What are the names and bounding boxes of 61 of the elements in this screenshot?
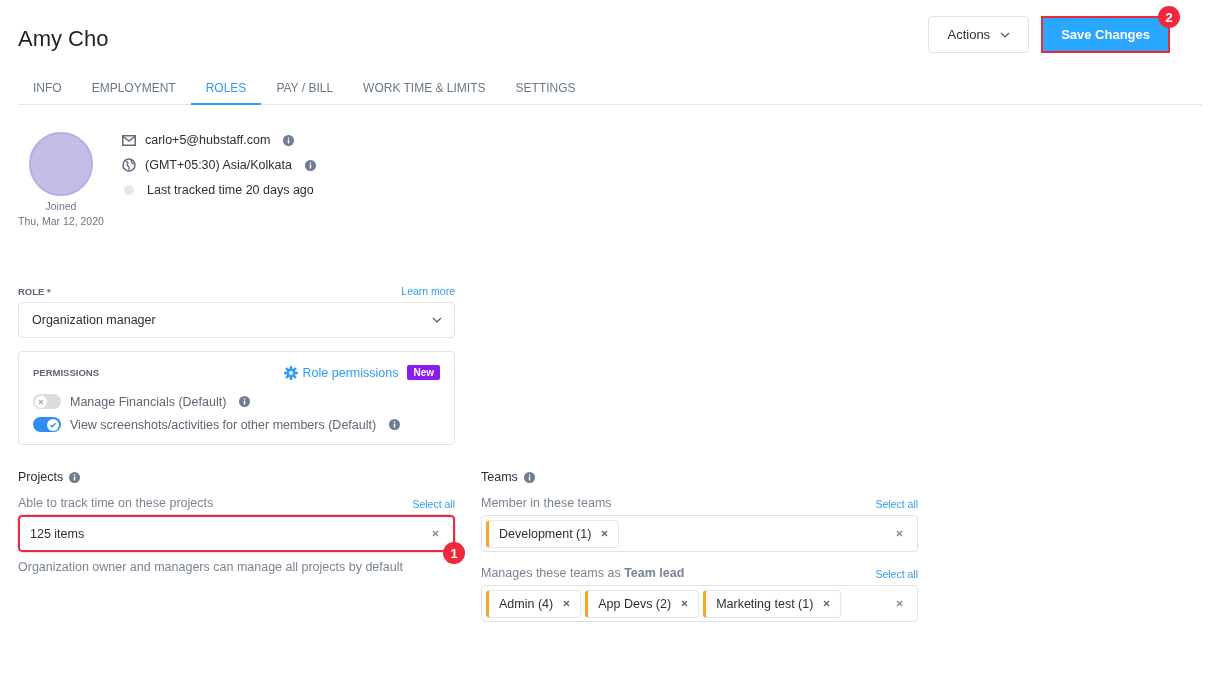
role-permissions-link[interactable]: Role permissions (302, 365, 399, 380)
select-all-link[interactable]: Select all (875, 568, 918, 580)
clear-icon[interactable] (432, 530, 439, 537)
info-icon[interactable] (389, 419, 401, 430)
detail-text: Last tracked time 20 days ago (147, 183, 314, 197)
tab[interactable]: WORK TIME & LIMITS (348, 75, 501, 105)
role-select[interactable]: Organization manager (18, 302, 455, 338)
page-title: Amy Cho (18, 25, 109, 52)
info-icon[interactable] (69, 471, 81, 483)
role-label: ROLE * (18, 286, 51, 297)
new-badge: New (407, 365, 440, 380)
info-icon[interactable] (283, 134, 295, 146)
select-all-link[interactable]: Select all (875, 498, 918, 510)
clear-icon[interactable] (896, 600, 903, 607)
team-chip-label: Admin (4) (499, 596, 554, 611)
tab[interactable]: ROLES (190, 75, 262, 105)
permission-label: Manage Financials (Default) (70, 394, 227, 409)
team-chip-label: App Devs (2) (598, 596, 672, 611)
teams-hint: Member in these teams (481, 496, 612, 510)
actions-button[interactable]: Actions (928, 16, 1030, 53)
status-dot (124, 185, 134, 195)
tab[interactable]: PAY / BILL (261, 75, 349, 105)
remove-icon[interactable] (601, 530, 609, 537)
toggle-switch[interactable] (33, 417, 61, 432)
projects-heading: Projects (18, 470, 64, 484)
callout-badge: 2 (1158, 6, 1180, 28)
joined-date: Thu, Mar 12, 2020 (18, 215, 104, 227)
remove-icon[interactable] (681, 600, 689, 607)
chevron-down-icon (1000, 31, 1011, 38)
detail-text: (GMT+05:30) Asia/Kolkata (145, 158, 292, 172)
info-icon[interactable] (523, 471, 535, 483)
x-icon (37, 397, 45, 406)
teams-heading: Teams (481, 470, 518, 484)
remove-icon[interactable] (823, 600, 831, 607)
team-chip-label: Marketing test (1) (716, 596, 814, 611)
learn-more-link[interactable]: Learn more (401, 285, 455, 297)
projects-hint: Able to track time on these projects (18, 496, 214, 510)
joined-label: Joined (45, 200, 77, 212)
globe-icon (122, 158, 136, 172)
projects-note: Organization owner and managers can manage all projects by default (18, 560, 404, 574)
info-icon[interactable] (239, 396, 251, 407)
permissions-heading: PERMISSIONS (33, 367, 99, 378)
tab[interactable]: EMPLOYMENT (76, 75, 191, 105)
info-icon[interactable] (304, 159, 316, 171)
toggle-switch[interactable] (33, 394, 61, 409)
remove-icon[interactable] (563, 600, 571, 607)
teams-field[interactable]: Admin (4) App Devs (2) Marketing test (1) (481, 585, 918, 622)
teams-hint: Manages these teams as Team lead (481, 566, 685, 580)
detail-text: carlo+5@hubstaff.com (145, 133, 271, 147)
clear-icon[interactable] (896, 530, 903, 537)
permission-label: View screenshots/activities for other members (Default) (70, 417, 377, 432)
tab[interactable]: SETTINGS (500, 75, 591, 105)
gear-icon (283, 365, 298, 380)
select-all-link[interactable]: Select all (412, 498, 455, 510)
teams-field[interactable]: Development (1) (481, 515, 918, 552)
team-chip-label: Development (1) (499, 526, 592, 541)
check-icon (49, 420, 57, 429)
chevron-down-icon (432, 317, 442, 323)
envelope-icon (122, 134, 136, 146)
callout-badge: 1 (443, 542, 465, 564)
tab[interactable]: INFO (18, 75, 77, 105)
